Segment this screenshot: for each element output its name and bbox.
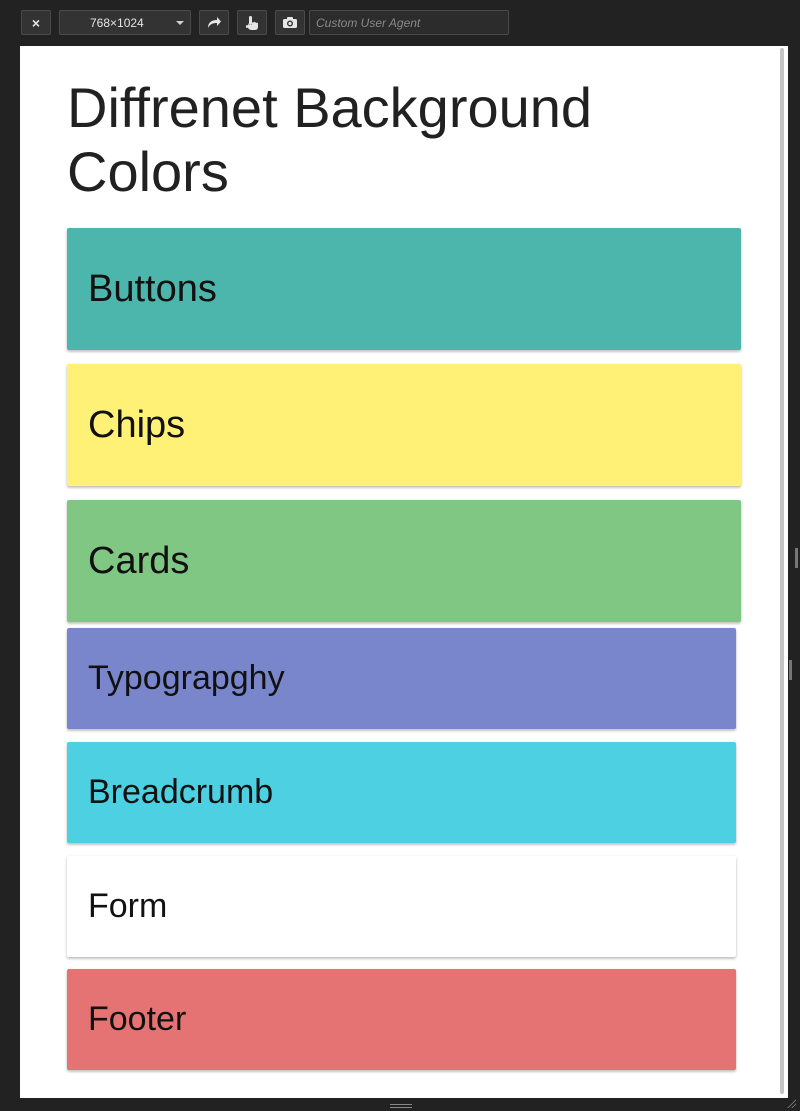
- right-resize-handle[interactable]: [795, 548, 798, 568]
- rotate-button[interactable]: [199, 10, 229, 35]
- panel-buttons: Buttons: [67, 228, 741, 350]
- device-size-dropdown[interactable]: 768×1024: [59, 10, 191, 35]
- corner-resize-grip[interactable]: [786, 1098, 796, 1108]
- camera-icon: [283, 17, 297, 28]
- device-toolbar: × 768×1024: [0, 0, 800, 44]
- touch-icon: [246, 15, 258, 30]
- right-resize-handle-secondary[interactable]: [789, 660, 792, 680]
- panel-label: Chips: [88, 403, 186, 446]
- device-viewport: Diffrenet Background Colors Buttons Chip…: [20, 46, 788, 1098]
- chevron-down-icon: [176, 21, 184, 25]
- panel-cards: Cards: [67, 500, 741, 622]
- device-size-label: 768×1024: [90, 15, 144, 30]
- bottom-resize-handle[interactable]: [390, 1104, 412, 1108]
- panel-label: Buttons: [88, 267, 217, 310]
- user-agent-input[interactable]: [309, 10, 509, 35]
- panel-footer: Footer: [67, 969, 736, 1070]
- screenshot-button[interactable]: [275, 10, 305, 35]
- panel-typograpghy: Typograpghy: [67, 628, 736, 729]
- panel-label: Breadcrumb: [88, 773, 274, 811]
- panel-label: Cards: [88, 539, 190, 582]
- panel-chips: Chips: [67, 364, 741, 486]
- panel-label: Typograpghy: [88, 659, 285, 697]
- viewport-scrollbar[interactable]: [780, 48, 784, 1094]
- touch-emulation-button[interactable]: [237, 10, 267, 35]
- panel-breadcrumb: Breadcrumb: [67, 742, 736, 843]
- panel-form: Form: [67, 856, 736, 957]
- panel-label: Form: [88, 887, 168, 925]
- close-device-mode-button[interactable]: ×: [21, 10, 51, 35]
- rotate-icon: [208, 16, 221, 28]
- close-icon: ×: [31, 14, 41, 31]
- panel-label: Footer: [88, 1000, 187, 1038]
- page-title: Diffrenet Background Colors: [67, 76, 593, 203]
